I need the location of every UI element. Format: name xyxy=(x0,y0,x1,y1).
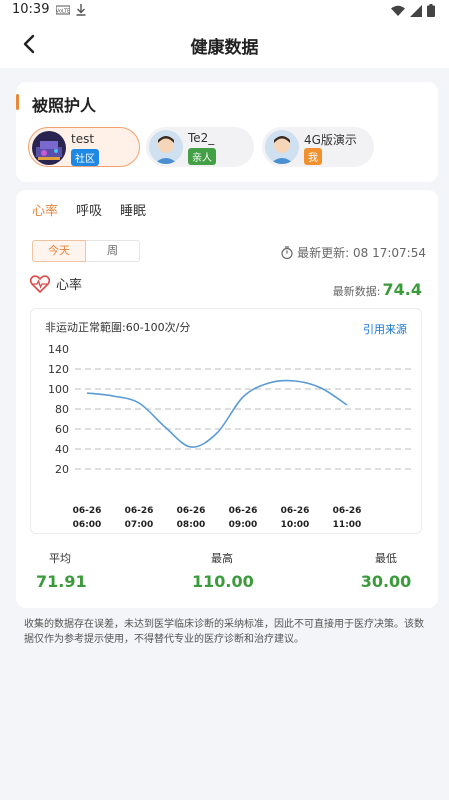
status-time: 10:39 xyxy=(12,2,50,17)
heartbeat-icon xyxy=(30,274,50,293)
person-tag: 我 xyxy=(304,148,322,165)
page-title: 健康数据 xyxy=(190,38,259,58)
x-tick-date: 06-26 xyxy=(229,506,258,516)
x-tick-date: 06-26 xyxy=(125,506,154,516)
period-toggle: 今天 周 xyxy=(32,240,140,262)
person-name: 4G版演示 xyxy=(304,133,357,147)
x-tick-date: 06-26 xyxy=(333,506,362,516)
heart-rate-label-row: 心率 xyxy=(30,274,82,293)
y-tick-label: 120 xyxy=(48,363,69,376)
chart-plot: 140 120 100 80 60 40 20 06-26 06:00 06-26 07:00 06-… xyxy=(48,343,411,530)
x-tick-time: 06:00 xyxy=(73,520,102,530)
today-button[interactable]: 今天 xyxy=(32,240,86,262)
stat-average-label: 平均 xyxy=(49,552,71,565)
stat-max: 最高 110.00 xyxy=(192,550,254,591)
avatar xyxy=(265,130,299,164)
person-name: test xyxy=(71,132,95,146)
week-button[interactable]: 周 xyxy=(86,240,140,262)
y-tick-label: 20 xyxy=(55,463,69,476)
health-data-card: 心率 呼吸 睡眠 今天 周 最新更新: 08 17:07:54 心率 最新数据:… xyxy=(16,190,438,608)
stat-min-label: 最低 xyxy=(375,552,397,565)
ward-card: 被照护人 test 社区 Te2_ 亲人 4G版演示 我 xyxy=(16,82,438,182)
ward-section-title: 被照护人 xyxy=(32,96,97,115)
svg-text:VoLTE: VoLTE xyxy=(56,9,70,15)
y-tick-label: 40 xyxy=(55,443,69,456)
y-tick-label: 140 xyxy=(48,343,69,356)
status-bar: 10:39 VoLTE xyxy=(0,0,449,20)
last-update: 最新更新: 08 17:07:54 xyxy=(281,244,426,261)
y-tick-label: 80 xyxy=(55,403,69,416)
download-icon xyxy=(76,4,86,16)
battery-icon xyxy=(427,4,435,17)
stat-min-value: 30.00 xyxy=(360,572,412,591)
latest-data: 最新数据: 74.4 xyxy=(333,280,422,299)
series-line xyxy=(86,379,348,448)
x-tick-date: 06-26 xyxy=(177,506,206,516)
app-header: 健康数据 xyxy=(0,20,449,68)
tab-heart-rate[interactable]: 心率 xyxy=(32,200,58,219)
disclaimer-text: 收集的数据存在误差，未达到医学临床诊断的采纳标准，因此不可直接用于医疗决策。该数… xyxy=(24,619,424,645)
heart-rate-label: 心率 xyxy=(56,278,83,293)
y-tick-label: 100 xyxy=(48,383,69,396)
person-tag: 社区 xyxy=(71,149,99,166)
avatar xyxy=(149,130,183,164)
y-tick-label: 60 xyxy=(55,423,69,436)
stat-min: 最低 30.00 xyxy=(356,550,416,591)
person-chip-te2[interactable]: Te2_ 亲人 xyxy=(146,127,254,167)
avatar-boy-icon xyxy=(149,130,183,164)
person-tag: 亲人 xyxy=(188,148,216,165)
x-tick-time: 10:00 xyxy=(281,520,310,530)
stat-max-label: 最高 xyxy=(211,552,233,565)
volte-icon: VoLTE xyxy=(56,5,70,15)
stats-row: 平均 71.91 最高 110.00 最低 30.00 xyxy=(16,550,438,606)
latest-label: 最新数据: xyxy=(332,285,381,298)
person-chip-4g-demo[interactable]: 4G版演示 我 xyxy=(262,127,374,167)
stat-max-value: 110.00 xyxy=(192,572,254,591)
status-left-icons: VoLTE xyxy=(56,4,86,16)
status-right-icons xyxy=(391,4,435,17)
x-tick-time: 07:00 xyxy=(125,520,154,530)
tab-respiration[interactable]: 呼吸 xyxy=(76,200,102,219)
x-tick-time: 09:00 xyxy=(229,520,258,530)
avatar-photo-icon xyxy=(32,131,66,165)
x-tick-time: 11:00 xyxy=(333,520,362,530)
section-accent-bar xyxy=(16,94,19,110)
last-update-text: 最新更新: 08 17:07:54 xyxy=(297,246,426,260)
wifi-icon xyxy=(391,5,405,16)
heart-rate-chart: 非运动正常範圍:60-100次/分 引用来源 140 120 100 80 60 40 20… xyxy=(30,308,422,534)
metric-tabs: 心率 呼吸 睡眠 xyxy=(32,200,146,219)
avatar-boy-icon xyxy=(265,130,299,164)
x-tick-time: 08:00 xyxy=(177,520,206,530)
tab-sleep[interactable]: 睡眠 xyxy=(120,200,146,219)
stat-average: 平均 71.91 xyxy=(36,550,87,591)
x-tick-date: 06-26 xyxy=(73,506,102,516)
timer-icon xyxy=(281,246,293,259)
latest-value: 74.4 xyxy=(382,280,422,299)
signal-icon xyxy=(410,4,422,17)
x-tick-date: 06-26 xyxy=(281,506,310,516)
avatar xyxy=(32,131,66,165)
stat-average-value: 71.91 xyxy=(36,572,87,591)
person-name: Te2_ xyxy=(188,131,215,145)
person-chip-test[interactable]: test 社区 xyxy=(28,127,140,167)
